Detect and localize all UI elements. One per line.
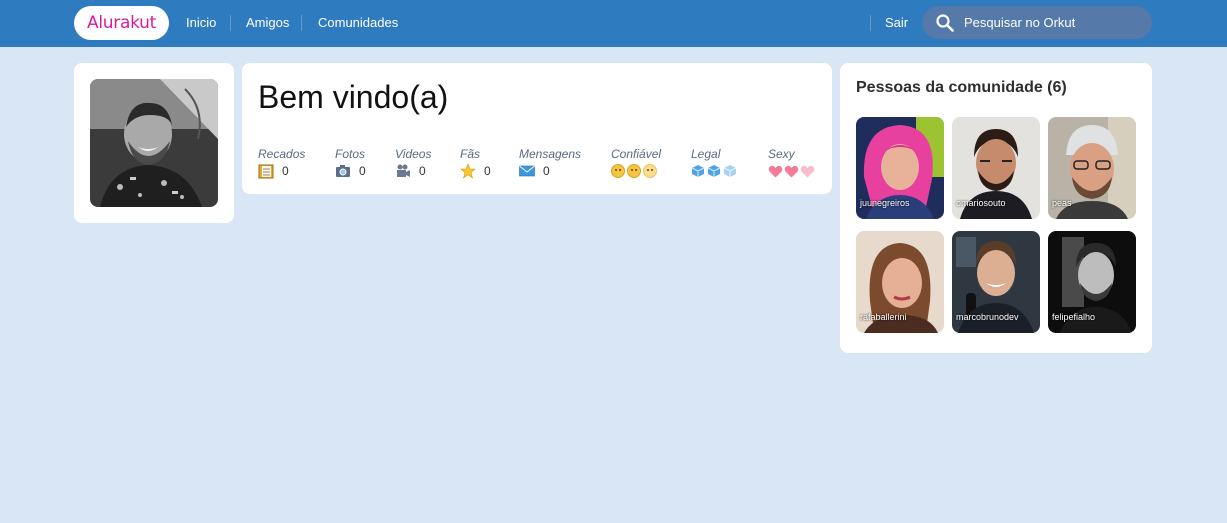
stat-label: Fãs <box>460 147 481 161</box>
smiley-icon <box>627 164 641 178</box>
profile-avatar[interactable] <box>90 79 218 207</box>
member-name: peas <box>1052 198 1072 208</box>
stat-label: Videos <box>395 147 432 161</box>
stat-value: 0 <box>419 164 426 178</box>
ice-cube-icon <box>707 165 721 177</box>
envelope-icon <box>519 165 535 177</box>
member-name: omariosouto <box>956 198 1006 208</box>
member-name: felipefialho <box>1052 312 1096 322</box>
search-input[interactable] <box>964 6 1144 39</box>
stat-sexy: Sexy <box>768 147 816 179</box>
stat-label: Confiável <box>611 147 662 161</box>
welcome-title: Bem vindo(a) <box>258 79 449 115</box>
smiley-icon <box>611 164 625 178</box>
camera-icon <box>336 165 350 177</box>
community-member-card[interactable]: omariosouto <box>952 117 1040 219</box>
profile-sidebar-card <box>74 63 234 223</box>
logout-link[interactable]: Sair <box>885 0 908 47</box>
member-name: rafaballerini <box>860 312 907 322</box>
stat-value: 0 <box>543 164 550 178</box>
stat-label: Legal <box>691 147 721 161</box>
stat-legal: Legal <box>691 147 739 179</box>
stat-recados: Recados 0 <box>258 147 305 179</box>
welcome-card: Bem vindo(a) Recados 0 Fotos 0 Videos 0 … <box>242 63 832 194</box>
nav-divider <box>301 15 302 31</box>
stat-value: 0 <box>484 164 491 178</box>
community-member-card[interactable]: felipefialho <box>1048 231 1136 333</box>
stat-label: Recados <box>258 147 306 161</box>
top-navigation-bar: Alurakut Inicio Amigos Comunidades Sair <box>0 0 1227 47</box>
community-member-card[interactable]: peas <box>1048 117 1136 219</box>
smiley-icon <box>643 164 657 178</box>
stat-videos: Videos 0 <box>395 147 431 179</box>
video-camera-icon <box>397 164 410 177</box>
stat-mensagens: Mensagens 0 <box>519 147 581 179</box>
heart-icon <box>800 165 815 177</box>
community-member-card[interactable]: juunegreiros <box>856 117 944 219</box>
stat-fotos: Fotos 0 <box>335 147 366 179</box>
nav-link-comunidades[interactable]: Comunidades <box>318 0 398 47</box>
member-name: juunegreiros <box>860 198 910 208</box>
notebook-icon <box>258 164 274 179</box>
search-box[interactable] <box>922 6 1152 39</box>
community-member-card[interactable]: rafaballerini <box>856 231 944 333</box>
stat-value: 0 <box>359 164 366 178</box>
stat-label: Mensagens <box>519 147 582 161</box>
stat-confiavel: Confiável <box>611 147 661 179</box>
member-name: marcobrunodev <box>956 312 1019 322</box>
alurakut-logo[interactable]: Alurakut <box>74 6 169 40</box>
stat-value: 0 <box>282 164 289 178</box>
community-card: Pessoas da comunidade (6) juunegreiros o… <box>840 63 1152 353</box>
nav-link-inicio[interactable]: Inicio <box>186 0 216 47</box>
heart-icon <box>768 165 783 177</box>
search-icon[interactable] <box>936 14 954 32</box>
nav-divider <box>230 15 231 31</box>
heart-icon <box>784 165 799 177</box>
community-member-card[interactable]: marcobrunodev <box>952 231 1040 333</box>
community-title: Pessoas da comunidade (6) <box>856 79 1067 96</box>
stat-label: Sexy <box>768 147 795 161</box>
ice-cube-icon <box>691 165 705 177</box>
stat-fas: Fãs 0 <box>460 147 491 179</box>
star-icon <box>460 163 476 179</box>
stat-label: Fotos <box>335 147 366 161</box>
nav-link-amigos[interactable]: Amigos <box>246 0 289 47</box>
ice-cube-icon <box>723 165 737 177</box>
nav-divider <box>870 15 871 31</box>
